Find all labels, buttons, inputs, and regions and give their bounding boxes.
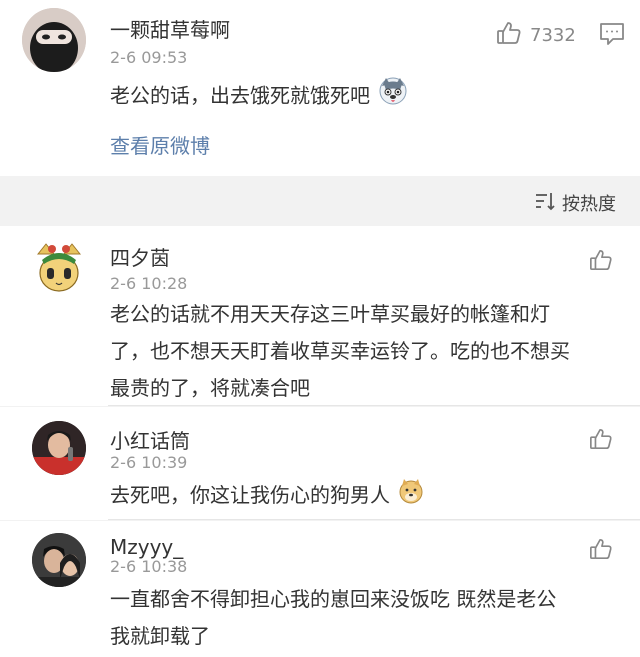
thumbs-up-icon[interactable] [589, 537, 613, 565]
comment-line: 去死吧，你这让我伤心的狗男人 [110, 483, 390, 507]
thumbs-up-icon [496, 20, 522, 50]
comment-line: 最贵的了，将就凑合吧 [110, 376, 310, 400]
sort-by-hot-button[interactable]: 按热度 [534, 190, 616, 216]
like-button[interactable]: 7332 [496, 20, 576, 50]
thumbs-up-icon[interactable] [589, 248, 613, 276]
comment-line: 一直都舍不得卸担心我的崽回来没饭吃 既然是老公 [110, 587, 557, 611]
comment-icon[interactable] [599, 22, 625, 50]
comment-text: 老公的话就不用天天存这三叶草买最好的帐篷和灯 了，也不想天天盯着收草买幸运铃了。… [110, 296, 630, 407]
sort-label: 按热度 [562, 194, 616, 215]
divider [108, 519, 640, 520]
comment-time: 2-6 10:28 [110, 274, 188, 293]
avatar[interactable] [32, 533, 86, 587]
comment-username[interactable]: 小红话筒 [110, 425, 190, 454]
comment-text: 一直都舍不得卸担心我的崽回来没饭吃 既然是老公 我就卸载了 [110, 581, 630, 655]
main-post: 一颗甜草莓啊 2-6 09:53 老公的话，出去饿死就饿死吧 查看原微博 733… [0, 0, 640, 176]
avatar[interactable] [22, 8, 86, 72]
comment-line: 了，也不想天天盯着收草买幸运铃了。吃的也不想买 [110, 339, 570, 363]
thumbs-up-icon[interactable] [589, 427, 613, 455]
avatar[interactable] [32, 240, 86, 294]
comment-time: 2-6 10:39 [110, 453, 188, 472]
post-text-content: 老公的话，出去饿死就饿死吧 [110, 83, 370, 108]
post-time: 2-6 09:53 [110, 48, 188, 67]
doge-emoji-icon [398, 478, 424, 516]
avatar[interactable] [32, 421, 86, 475]
comment-username[interactable]: Mzyyy_ [110, 535, 183, 559]
husky-emoji-icon [378, 76, 408, 118]
comment-username[interactable]: 四夕茵 [110, 242, 170, 271]
comment-item: Mzyyy_ 2-6 10:38 一直都舍不得卸担心我的崽回来没饭吃 既然是老公… [0, 521, 640, 657]
comment-item: 小红话筒 2-6 10:39 去死吧，你这让我伤心的狗男人 [0, 407, 640, 520]
divider [108, 405, 640, 406]
like-count: 7332 [530, 24, 576, 46]
post-text: 老公的话，出去饿死就饿死吧 [110, 76, 408, 118]
comment-time: 2-6 10:38 [110, 557, 188, 576]
sort-bar: 按热度 [0, 176, 640, 226]
comment-line: 我就卸载了 [110, 624, 210, 648]
comment-line: 老公的话就不用天天存这三叶草买最好的帐篷和灯 [110, 302, 550, 326]
sort-icon [534, 191, 556, 215]
view-original-link[interactable]: 查看原微博 [110, 130, 210, 159]
comment-item: 四夕茵 2-6 10:28 老公的话就不用天天存这三叶草买最好的帐篷和灯 了，也… [0, 226, 640, 406]
post-username[interactable]: 一颗甜草莓啊 [110, 14, 230, 43]
comment-text: 去死吧，你这让我伤心的狗男人 [110, 477, 424, 516]
